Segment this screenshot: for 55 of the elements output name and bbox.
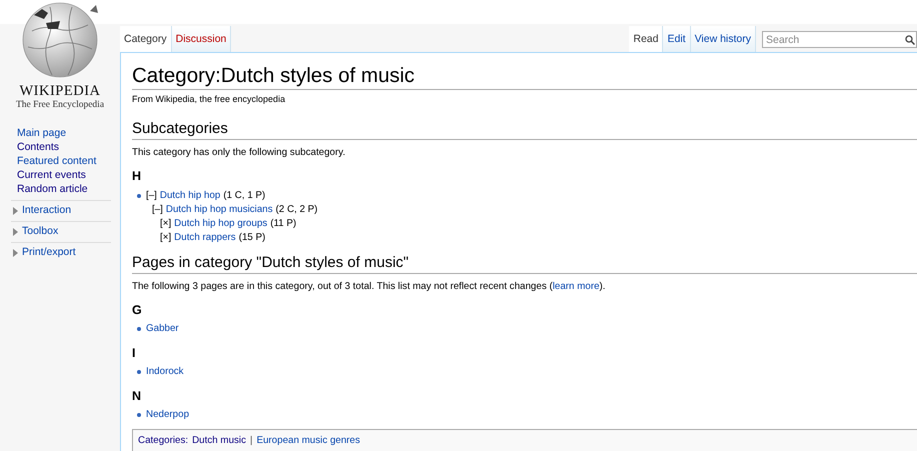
- separator: |: [250, 434, 253, 448]
- bullet-icon: [137, 194, 141, 198]
- page-tab[interactable]: Category: [120, 26, 172, 52]
- subcategory-link[interactable]: Dutch hip hop musicians: [166, 203, 273, 217]
- site-tagline: From Wikipedia, the free encyclopedia: [132, 93, 286, 105]
- learn-more-link[interactable]: learn more: [552, 281, 600, 292]
- categories-label[interactable]: Categories:: [138, 434, 188, 448]
- category-link[interactable]: Dutch music: [192, 434, 246, 448]
- page-link[interactable]: Nederpop: [146, 408, 190, 422]
- page-link[interactable]: Indorock: [146, 365, 184, 379]
- tree-toggle[interactable]: [×]: [160, 231, 172, 245]
- section-intro: The following 3 pages are in this category, out of 3 total. This list may not reflect recent changes (learn more).: [132, 280, 606, 294]
- page-tab[interactable]: Discussion: [172, 26, 232, 52]
- item-count: (2 C, 2 P): [276, 203, 318, 217]
- tree-toggle[interactable]: [–]: [146, 189, 157, 203]
- section-heading: Subcategories: [132, 119, 228, 139]
- section-intro: This category has only the following subcategory.: [132, 146, 346, 160]
- item-count: (1 C, 1 P): [223, 189, 266, 203]
- letter-heading: H: [132, 169, 142, 183]
- bullet-icon: [137, 413, 141, 417]
- tagline: The Free Encyclopedia: [16, 100, 104, 110]
- item-count: (15 P): [238, 231, 266, 245]
- subcategory-link[interactable]: Dutch hip hop groups: [174, 217, 268, 231]
- subcategory-link[interactable]: Dutch rappers: [174, 231, 236, 245]
- sidebar-link[interactable]: Main page: [17, 126, 66, 140]
- wordmark: WIKIPEDIA: [19, 83, 100, 100]
- tree-toggle[interactable]: [×]: [160, 217, 172, 231]
- portal-heading[interactable]: Print/export: [22, 246, 76, 259]
- page-title: Category:Dutch styles of music: [132, 63, 415, 89]
- item-count: (11 P): [270, 217, 296, 231]
- caret-icon[interactable]: [11, 228, 19, 236]
- bullet-icon: [137, 327, 141, 331]
- view-tab[interactable]: Read: [629, 26, 664, 52]
- search-field[interactable]: Search: [762, 31, 917, 48]
- search-icon[interactable]: [905, 35, 915, 45]
- letter-heading: N: [132, 389, 142, 403]
- globe-logo-icon[interactable]: [20, 1, 100, 79]
- sidebar-link[interactable]: Random article: [17, 182, 88, 196]
- subcategory-link[interactable]: Dutch hip hop: [160, 189, 220, 203]
- sidebar-link[interactable]: Contents: [17, 140, 60, 154]
- caret-icon[interactable]: [11, 207, 19, 215]
- page-link[interactable]: Gabber: [146, 322, 179, 336]
- view-tab[interactable]: Edit: [663, 26, 691, 52]
- portal-heading[interactable]: Toolbox: [22, 225, 58, 238]
- caret-icon[interactable]: [11, 249, 19, 257]
- portal-heading[interactable]: Interaction: [22, 204, 72, 217]
- bullet-icon: [137, 370, 141, 374]
- section-heading: Pages in category "Dutch styles of music": [132, 253, 409, 273]
- category-link[interactable]: European music genres: [256, 434, 360, 448]
- view-tab[interactable]: View history: [690, 26, 756, 52]
- letter-heading: I: [132, 346, 136, 360]
- letter-heading: G: [132, 303, 142, 317]
- tree-toggle[interactable]: [–]: [152, 203, 163, 217]
- sidebar-link[interactable]: Current events: [17, 168, 86, 182]
- sidebar-link[interactable]: Featured content: [17, 154, 96, 168]
